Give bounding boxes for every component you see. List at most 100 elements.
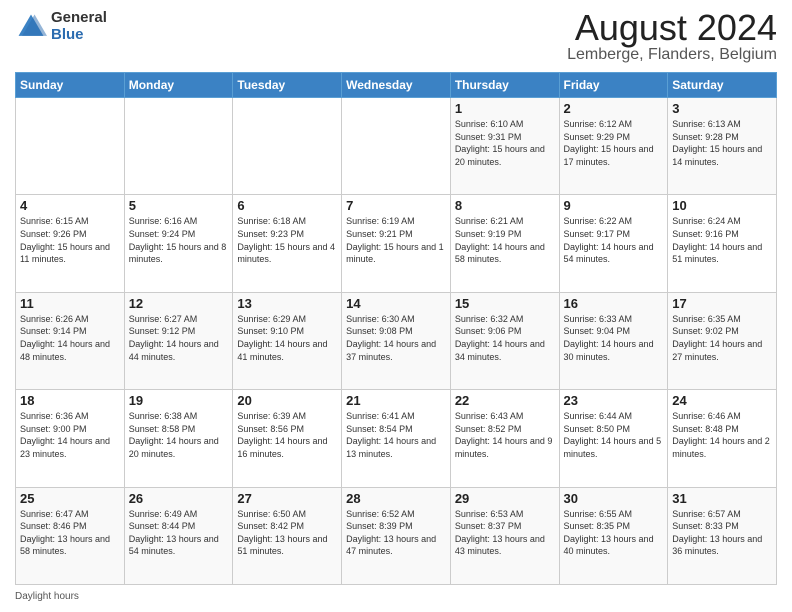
day-number: 14 [346, 296, 446, 311]
day-number: 9 [564, 198, 664, 213]
calendar-week-5: 25Sunrise: 6:47 AM Sunset: 8:46 PM Dayli… [16, 487, 777, 584]
day-number: 21 [346, 393, 446, 408]
calendar-week-1: 1 Sunrise: 6:10 AM Sunset: 9:31 PM Daylig… [16, 98, 777, 195]
calendar-cell: 30 Sunrise: 6:55 AM Sunset: 8:35 PM Dayli… [559, 487, 668, 584]
day-info: Sunrise: 6:53 AM Sunset: 8:37 PM Dayligh… [455, 508, 555, 558]
day-info: Sunrise: 6:19 AM Sunset: 9:21 PM Dayligh… [346, 215, 446, 265]
calendar-cell: 11 Sunrise: 6:26 AM Sunset: 9:14 PM Dayli… [16, 292, 125, 389]
day-info: Sunrise: 6:24 AM Sunset: 9:16 PM Dayligh… [672, 215, 772, 265]
day-number: 3 [672, 101, 772, 116]
calendar-cell: 13 Sunrise: 6:29 AM Sunset: 9:10 PM Dayli… [233, 292, 342, 389]
day-info: Sunrise: 6:33 AM Sunset: 9:04 PM Dayligh… [564, 313, 664, 363]
day-info: Sunrise: 6:55 AM Sunset: 8:35 PM Dayligh… [564, 508, 664, 558]
day-number: 1 [455, 101, 555, 116]
col-header-friday: Friday [559, 73, 668, 98]
calendar-cell: 9 Sunrise: 6:22 AM Sunset: 9:17 PM Daylig… [559, 195, 668, 292]
calendar-cell: 17 Sunrise: 6:35 AM Sunset: 9:02 PM Dayli… [668, 292, 777, 389]
day-number: 27 [237, 491, 337, 506]
col-header-wednesday: Wednesday [342, 73, 451, 98]
day-info: Sunrise: 6:26 AM Sunset: 9:14 PM Dayligh… [20, 313, 120, 363]
calendar-cell: 28Sunrise: 6:52 AM Sunset: 8:39 PM Dayli… [342, 487, 451, 584]
calendar-cell: 25Sunrise: 6:47 AM Sunset: 8:46 PM Dayli… [16, 487, 125, 584]
calendar-cell: 10 Sunrise: 6:24 AM Sunset: 9:16 PM Dayli… [668, 195, 777, 292]
day-number: 6 [237, 198, 337, 213]
calendar-cell: 7Sunrise: 6:19 AM Sunset: 9:21 PM Daylig… [342, 195, 451, 292]
day-number: 20 [237, 393, 337, 408]
calendar-cell: 26 Sunrise: 6:49 AM Sunset: 8:44 PM Dayli… [124, 487, 233, 584]
logo-general-text: General [51, 10, 107, 27]
day-info: Sunrise: 6:22 AM Sunset: 9:17 PM Dayligh… [564, 215, 664, 265]
calendar-cell [16, 98, 125, 195]
day-number: 26 [129, 491, 229, 506]
calendar-cell [233, 98, 342, 195]
location-subtitle: Lemberge, Flanders, Belgium [567, 46, 777, 64]
day-info: Sunrise: 6:35 AM Sunset: 9:02 PM Dayligh… [672, 313, 772, 363]
day-info: Sunrise: 6:46 AM Sunset: 8:48 PM Dayligh… [672, 410, 772, 460]
daylight-label: Daylight hours [15, 591, 79, 602]
calendar-cell: 3 Sunrise: 6:13 AM Sunset: 9:28 PM Daylig… [668, 98, 777, 195]
day-number: 29 [455, 491, 555, 506]
day-number: 10 [672, 198, 772, 213]
day-info: Sunrise: 6:10 AM Sunset: 9:31 PM Dayligh… [455, 118, 555, 168]
footer: Daylight hours [15, 591, 777, 602]
calendar-cell: 22Sunrise: 6:43 AM Sunset: 8:52 PM Dayli… [450, 390, 559, 487]
day-number: 4 [20, 198, 120, 213]
day-number: 23 [564, 393, 664, 408]
calendar-cell [342, 98, 451, 195]
day-number: 31 [672, 491, 772, 506]
calendar-cell: 16Sunrise: 6:33 AM Sunset: 9:04 PM Dayli… [559, 292, 668, 389]
day-info: Sunrise: 6:15 AM Sunset: 9:26 PM Dayligh… [20, 215, 120, 265]
calendar-week-4: 18 Sunrise: 6:36 AM Sunset: 9:00 PM Dayli… [16, 390, 777, 487]
day-info: Sunrise: 6:43 AM Sunset: 8:52 PM Dayligh… [455, 410, 555, 460]
day-number: 5 [129, 198, 229, 213]
calendar-cell [124, 98, 233, 195]
title-block: August 2024 Lemberge, Flanders, Belgium [567, 10, 777, 64]
day-info: Sunrise: 6:29 AM Sunset: 9:10 PM Dayligh… [237, 313, 337, 363]
day-info: Sunrise: 6:41 AM Sunset: 8:54 PM Dayligh… [346, 410, 446, 460]
day-info: Sunrise: 6:21 AM Sunset: 9:19 PM Dayligh… [455, 215, 555, 265]
calendar-cell: 6 Sunrise: 6:18 AM Sunset: 9:23 PM Daylig… [233, 195, 342, 292]
day-number: 13 [237, 296, 337, 311]
day-info: Sunrise: 6:49 AM Sunset: 8:44 PM Dayligh… [129, 508, 229, 558]
page: General Blue August 2024 Lemberge, Fland… [0, 0, 792, 612]
day-info: Sunrise: 6:47 AM Sunset: 8:46 PM Dayligh… [20, 508, 120, 558]
col-header-monday: Monday [124, 73, 233, 98]
day-info: Sunrise: 6:30 AM Sunset: 9:08 PM Dayligh… [346, 313, 446, 363]
calendar-header-row: SundayMondayTuesdayWednesdayThursdayFrid… [16, 73, 777, 98]
day-number: 2 [564, 101, 664, 116]
day-info: Sunrise: 6:50 AM Sunset: 8:42 PM Dayligh… [237, 508, 337, 558]
month-title: August 2024 [567, 10, 777, 46]
day-info: Sunrise: 6:12 AM Sunset: 9:29 PM Dayligh… [564, 118, 664, 168]
calendar-cell: 21 Sunrise: 6:41 AM Sunset: 8:54 PM Dayli… [342, 390, 451, 487]
calendar-cell: 15Sunrise: 6:32 AM Sunset: 9:06 PM Dayli… [450, 292, 559, 389]
calendar-cell: 23Sunrise: 6:44 AM Sunset: 8:50 PM Dayli… [559, 390, 668, 487]
day-info: Sunrise: 6:18 AM Sunset: 9:23 PM Dayligh… [237, 215, 337, 265]
day-number: 19 [129, 393, 229, 408]
logo-icon [15, 11, 47, 43]
calendar-cell: 27 Sunrise: 6:50 AM Sunset: 8:42 PM Dayli… [233, 487, 342, 584]
day-number: 15 [455, 296, 555, 311]
calendar-cell: 4 Sunrise: 6:15 AM Sunset: 9:26 PM Daylig… [16, 195, 125, 292]
day-number: 30 [564, 491, 664, 506]
logo-text: General Blue [51, 10, 107, 43]
calendar-cell: 19 Sunrise: 6:38 AM Sunset: 8:58 PM Dayli… [124, 390, 233, 487]
day-number: 17 [672, 296, 772, 311]
col-header-thursday: Thursday [450, 73, 559, 98]
logo: General Blue [15, 10, 107, 43]
col-header-tuesday: Tuesday [233, 73, 342, 98]
day-info: Sunrise: 6:36 AM Sunset: 9:00 PM Dayligh… [20, 410, 120, 460]
day-info: Sunrise: 6:39 AM Sunset: 8:56 PM Dayligh… [237, 410, 337, 460]
calendar-cell: 8Sunrise: 6:21 AM Sunset: 9:19 PM Daylig… [450, 195, 559, 292]
col-header-sunday: Sunday [16, 73, 125, 98]
day-number: 18 [20, 393, 120, 408]
day-number: 11 [20, 296, 120, 311]
calendar-week-3: 11 Sunrise: 6:26 AM Sunset: 9:14 PM Dayli… [16, 292, 777, 389]
calendar-table: SundayMondayTuesdayWednesdayThursdayFrid… [15, 72, 777, 585]
day-info: Sunrise: 6:13 AM Sunset: 9:28 PM Dayligh… [672, 118, 772, 168]
calendar-cell: 20 Sunrise: 6:39 AM Sunset: 8:56 PM Dayli… [233, 390, 342, 487]
day-info: Sunrise: 6:57 AM Sunset: 8:33 PM Dayligh… [672, 508, 772, 558]
calendar-cell: 31 Sunrise: 6:57 AM Sunset: 8:33 PM Dayli… [668, 487, 777, 584]
col-header-saturday: Saturday [668, 73, 777, 98]
calendar-cell: 12Sunrise: 6:27 AM Sunset: 9:12 PM Dayli… [124, 292, 233, 389]
day-info: Sunrise: 6:38 AM Sunset: 8:58 PM Dayligh… [129, 410, 229, 460]
